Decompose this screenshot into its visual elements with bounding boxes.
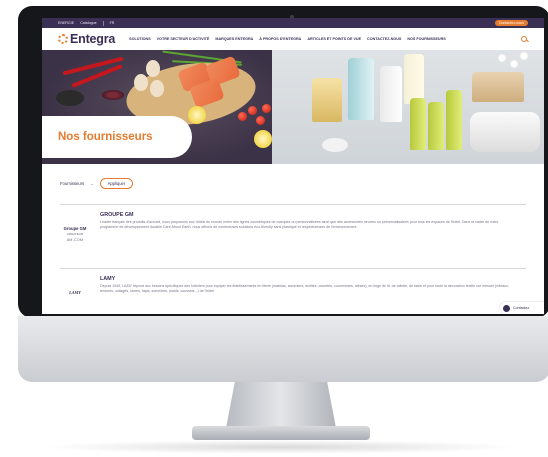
oil-bottle bbox=[410, 98, 426, 150]
monitor-stand-neck bbox=[226, 382, 336, 428]
monitor-chin bbox=[18, 316, 548, 382]
supplier-logo-lamy[interactable]: LAMY bbox=[60, 290, 90, 295]
white-flower bbox=[498, 54, 506, 62]
supplier-filter-select[interactable]: Fournisseurs bbox=[60, 181, 84, 186]
chat-widget[interactable]: Contactez bbox=[500, 302, 544, 314]
menu-item-a-propos[interactable]: À PROPOS D'ENTEGRA bbox=[259, 37, 301, 41]
language-selector[interactable]: FR bbox=[110, 21, 115, 25]
entegra-logo[interactable]: Entegra bbox=[58, 32, 115, 46]
monitor-scene: ENERGIE Catalogue FR Contactez-nous Ente… bbox=[0, 0, 548, 457]
supplier-logo-groupe-gm[interactable]: Groupe GM CREATEUR AM.COM bbox=[60, 226, 90, 242]
apply-button[interactable]: Appliquer bbox=[99, 178, 134, 189]
topbar-item-energie[interactable]: ENERGIE bbox=[58, 21, 74, 25]
bamboo-tray bbox=[472, 72, 524, 102]
oil-bottle bbox=[428, 102, 444, 150]
supplier-filter: Fournisseurs ⌄ Appliquer bbox=[60, 178, 134, 189]
supplier-list-section: Fournisseurs ⌄ Appliquer Groupe GM CREAT… bbox=[42, 164, 544, 314]
supplier-description: Leader français des produits d'accueil, … bbox=[100, 220, 499, 230]
supplier-logo-text: LAMY bbox=[69, 290, 81, 295]
salt-bowl bbox=[322, 138, 348, 152]
soap-bar bbox=[312, 78, 342, 122]
contact-button[interactable]: Contactez-nous bbox=[494, 20, 528, 26]
white-flower bbox=[510, 60, 518, 68]
cherry-tomato bbox=[256, 116, 265, 125]
supplier-logo-text: CREATEUR bbox=[66, 232, 84, 236]
supplier-item: Groupe GM CREATEUR AM.COM GROUPE GM Lead… bbox=[60, 212, 526, 252]
menu-item-secteur[interactable]: VOTRE SECTEUR D'ACTIVITÉ bbox=[157, 37, 210, 41]
chevron-down-icon[interactable]: ⌄ bbox=[90, 181, 93, 186]
logo-mark-icon bbox=[58, 34, 68, 44]
bottle bbox=[380, 66, 402, 122]
hero-banner: Nos fournisseurs bbox=[42, 50, 544, 164]
hero-cosmetics-image bbox=[272, 50, 544, 164]
white-flower bbox=[520, 52, 528, 60]
monitor-stand-foot bbox=[192, 426, 370, 440]
menu: SOLUTIONS VOTRE SECTEUR D'ACTIVITÉ MARQU… bbox=[129, 37, 521, 41]
oil-bottle bbox=[446, 90, 462, 150]
supplier-name[interactable]: GROUPE GM bbox=[100, 212, 134, 218]
supplier-description: Depuis 1949, LAMY répond aux besoins spé… bbox=[100, 284, 510, 294]
topbar-separator bbox=[102, 20, 104, 26]
lemon-slice bbox=[188, 106, 206, 124]
top-utility-bar: ENERGIE Catalogue FR Contactez-nous bbox=[42, 18, 544, 28]
hero-title-pill: Nos fournisseurs bbox=[42, 116, 192, 158]
menu-item-marques[interactable]: MARQUES ENTEGRA bbox=[215, 37, 253, 41]
cherry-tomato bbox=[262, 104, 271, 113]
egg bbox=[146, 60, 160, 77]
divider bbox=[60, 204, 526, 205]
cherry-tomato bbox=[238, 112, 247, 121]
lemon-slice bbox=[254, 130, 272, 148]
divider bbox=[60, 268, 526, 269]
menu-item-fournisseurs[interactable]: NOS FOURNISSEURS bbox=[407, 37, 445, 41]
egg bbox=[150, 80, 164, 97]
menu-item-contact[interactable]: CONTACTEZ-NOUS bbox=[367, 37, 401, 41]
topbar-item-catalogue[interactable]: Catalogue bbox=[80, 21, 96, 25]
search-icon[interactable] bbox=[521, 35, 528, 43]
beans bbox=[102, 90, 124, 100]
website-screen: ENERGIE Catalogue FR Contactez-nous Ente… bbox=[42, 18, 544, 314]
main-navigation: Entegra SOLUTIONS VOTRE SECTEUR D'ACTIVI… bbox=[42, 28, 544, 50]
egg bbox=[134, 74, 148, 91]
chat-icon bbox=[503, 304, 510, 312]
monitor-shadow bbox=[40, 440, 520, 454]
supplier-logo-text: Groupe GM bbox=[63, 226, 87, 231]
chat-label: Contactez bbox=[513, 306, 530, 310]
logo-text: Entegra bbox=[70, 32, 116, 46]
bottle bbox=[404, 54, 424, 104]
cherry-tomato bbox=[248, 106, 257, 115]
supplier-name[interactable]: LAMY bbox=[100, 276, 115, 282]
supplier-item: LAMY LAMY Depuis 1949, LAMY répond aux b… bbox=[60, 276, 526, 312]
menu-item-solutions[interactable]: SOLUTIONS bbox=[129, 37, 151, 41]
rolled-towel bbox=[470, 112, 540, 152]
menu-item-articles[interactable]: ARTICLES ET POINTS DE VUE bbox=[307, 37, 361, 41]
bottle bbox=[348, 58, 374, 120]
page-title: Nos fournisseurs bbox=[58, 131, 153, 143]
bowl bbox=[56, 90, 84, 106]
supplier-logo-text: AM.COM bbox=[66, 238, 84, 242]
